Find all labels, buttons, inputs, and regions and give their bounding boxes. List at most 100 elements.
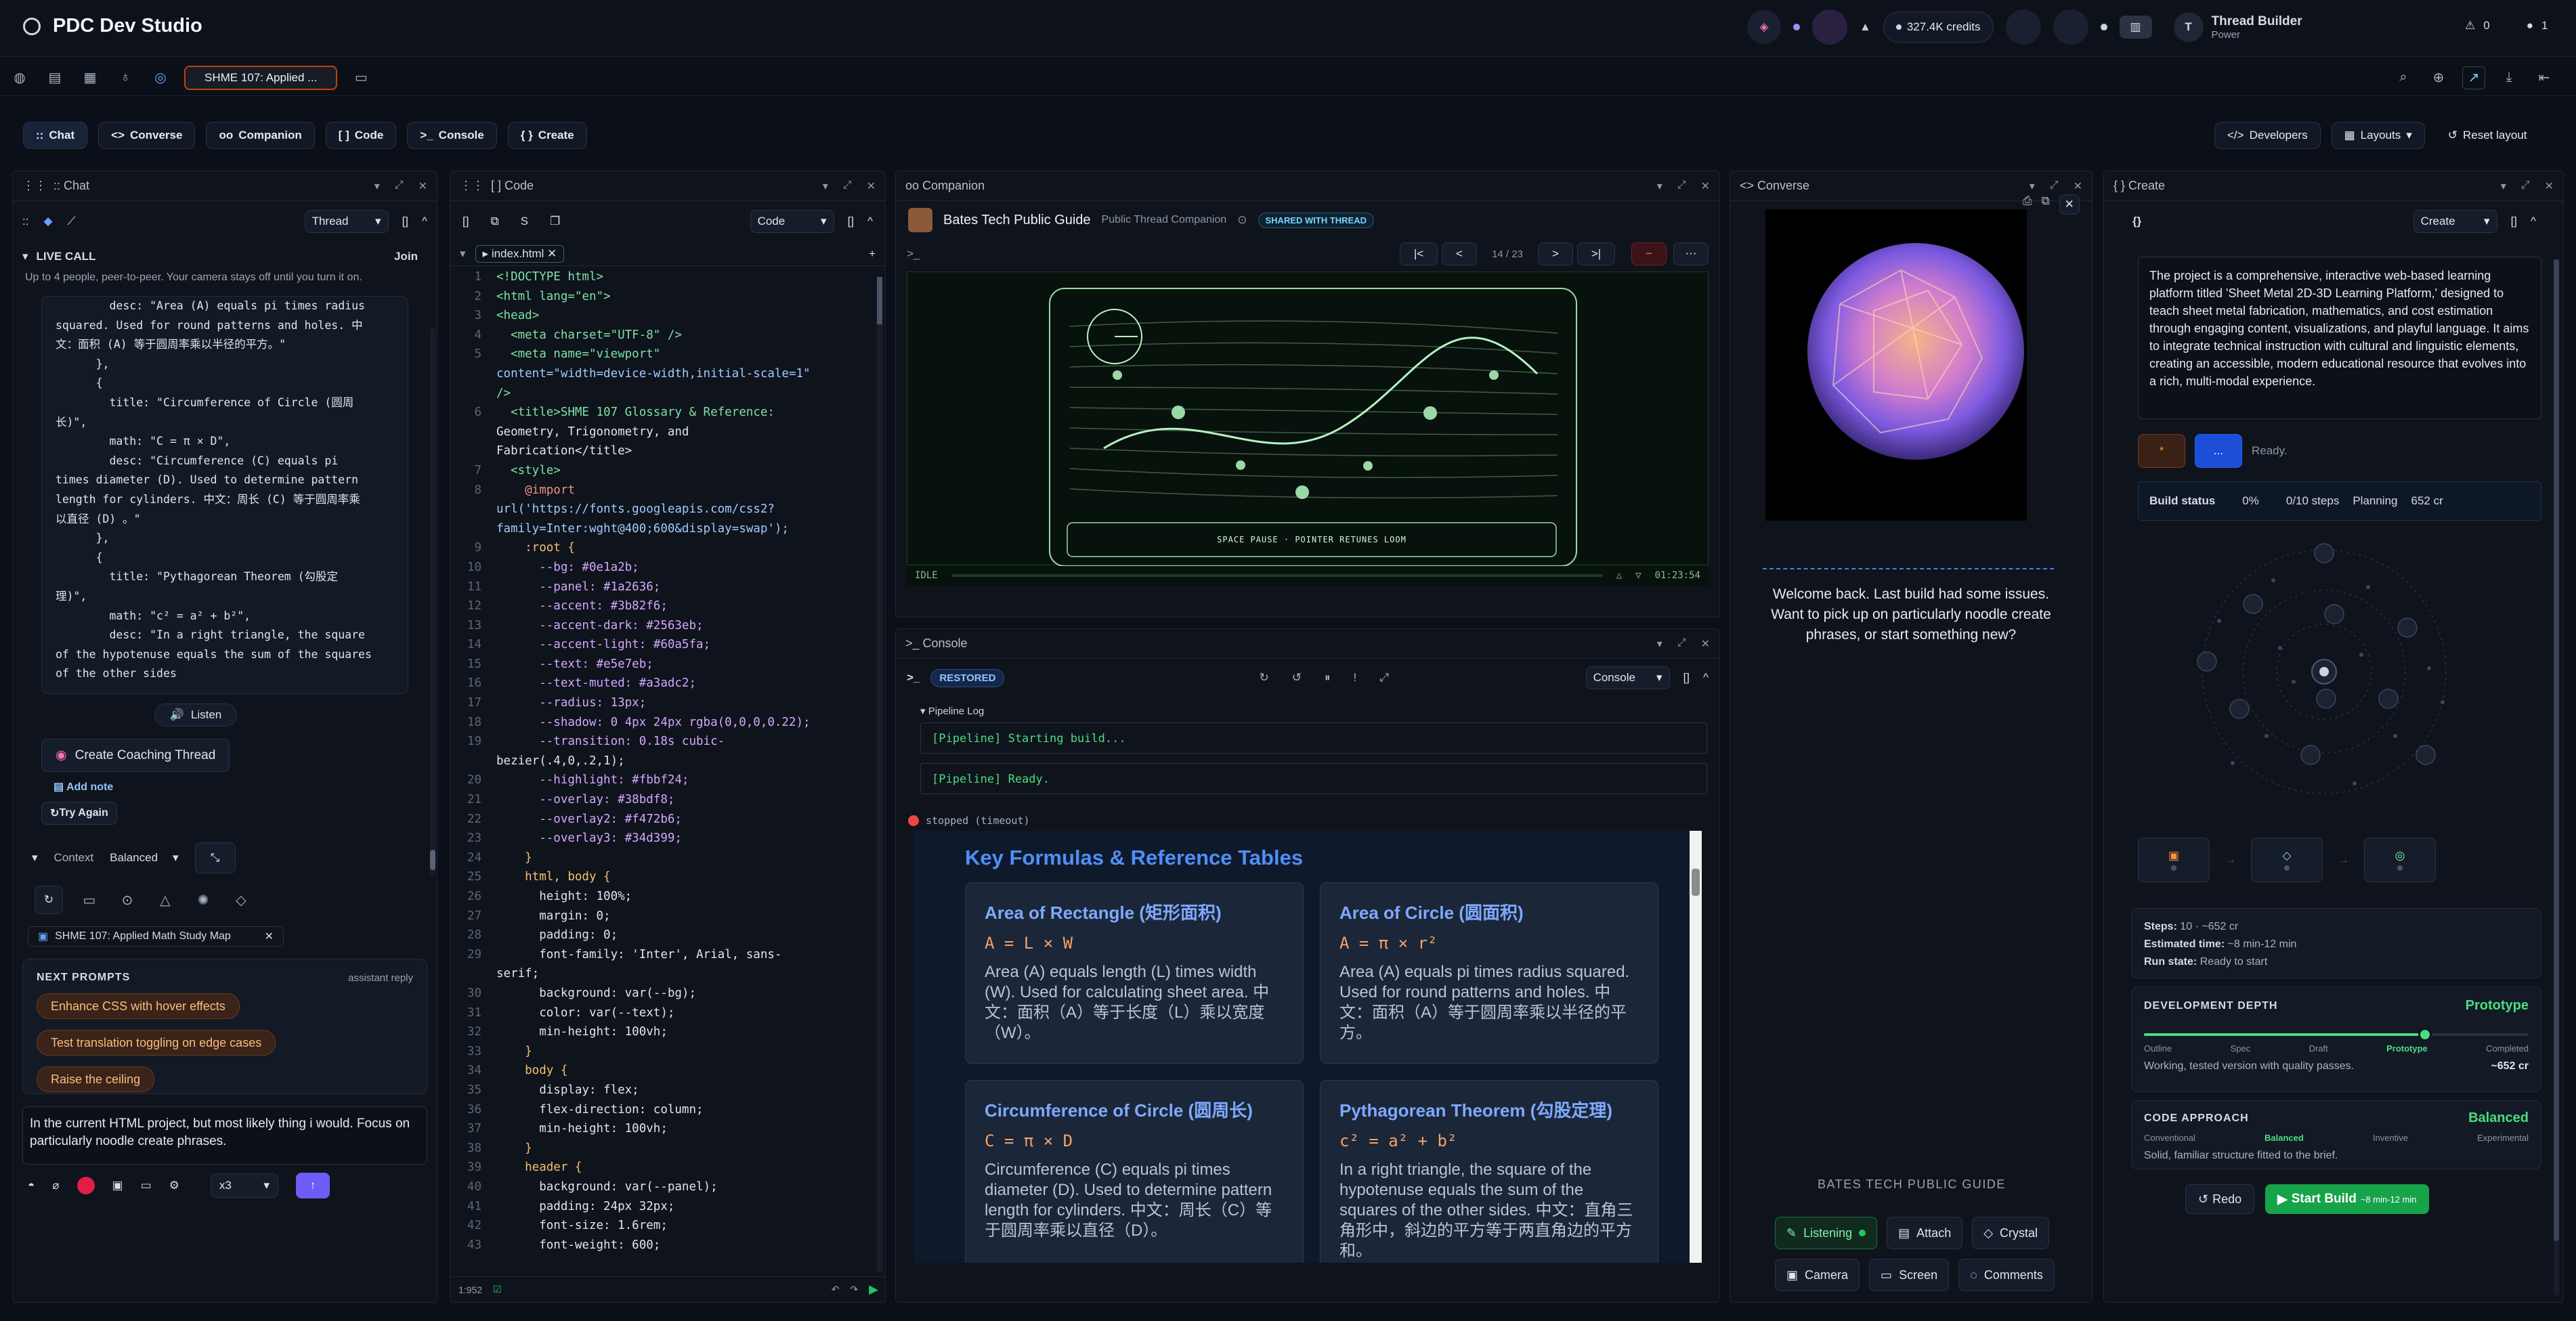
doc-icon[interactable]: ▤ [43,66,66,89]
reset-layout-button[interactable]: ↺ Reset layout [2436,122,2539,149]
chevron-down-icon[interactable]: ▾ [460,247,466,261]
mode-converse-button[interactable]: <> Converse [98,122,196,149]
create-mode-select[interactable]: Create ▾ [2413,210,2497,233]
screen-icon[interactable]: ▭ [141,1179,152,1192]
active-tab[interactable]: SHME 107: Applied ... [184,65,338,90]
settings-icon[interactable]: ⚙ [169,1179,179,1192]
last-page-button[interactable]: >| [1577,242,1615,265]
slot-b[interactable] [2053,9,2088,45]
prev-page-button[interactable]: < [1442,242,1477,265]
project-description-input[interactable]: The project is a comprehensive, interact… [2138,257,2541,419]
undo-icon[interactable]: ↶ [832,1284,840,1295]
collapse-up-icon[interactable]: ^ [1703,671,1709,685]
notification-icon[interactable]: ● [2527,19,2533,33]
new-file-icon[interactable]: + [869,247,876,261]
listen-button[interactable]: 🔊 Listen [154,703,238,727]
chevron-icon[interactable]: ▾ [22,250,28,263]
search-icon[interactable]: ⌕ [2392,66,2415,89]
join-call-button[interactable]: Join [385,246,427,267]
code-scrollbar[interactable] [877,277,882,1272]
code-mode-select[interactable]: Code ▾ [750,210,834,233]
rotate-icon[interactable]: ↺ [1292,671,1302,685]
panel-menu-icon[interactable]: ▾ [374,179,380,193]
redo-button[interactable]: ↺ Redo [2185,1184,2255,1214]
plugin-icon[interactable]: ◇ [230,888,253,911]
start-build-button[interactable]: ▶ Start Build ~8 min-12 min [2265,1184,2429,1214]
code-editor[interactable]: 1 <!DOCTYPE html> 2 <html lang="en"> 3 <head>… [450,266,885,1260]
file-tab[interactable]: ▸ index.html ✕ [475,244,565,263]
multiplier-select[interactable]: x3 ▾ [210,1173,278,1198]
close-icon[interactable]: ✕ [1701,637,1710,651]
approach-options[interactable]: Conventional Balanced Inventive Experimenta… [2144,1133,2529,1143]
tab-overflow-icon[interactable]: ▭ [349,66,372,89]
crystal-button[interactable]: ◇ Crystal [1972,1217,2050,1249]
prompt-chip[interactable]: Test translation toggling on edge cases [37,1030,276,1056]
close-icon[interactable]: ✕ [2545,179,2554,193]
palette-icon[interactable]: ◍ [8,66,31,89]
panel-menu-icon[interactable]: ▾ [2030,179,2035,193]
minimize-button[interactable]: − [1631,242,1667,265]
step-check[interactable]: ◎ [2364,838,2436,882]
panel-menu-icon[interactable]: ▾ [1657,179,1662,193]
layouts-button[interactable]: ▦ Layouts ▾ [2331,122,2425,149]
collapse-icon[interactable]: ⇤ [2533,66,2556,89]
expand-icon[interactable]: ⤢ [843,179,852,193]
credits-badge[interactable]: 327.4K credits [1883,12,1994,43]
window-icon[interactable]: ▭ [78,888,101,911]
collapse-up-icon[interactable]: ^ [867,215,873,228]
add-note-button[interactable]: ▤ Add note [53,780,437,794]
more-button[interactable]: ⋯ [1673,242,1709,265]
developers-button[interactable]: </> Developers [2214,122,2321,149]
close-icon[interactable]: ✕ [418,179,427,193]
first-page-button[interactable]: |< [1400,242,1438,265]
prompt-chip[interactable]: Raise the ceiling [37,1066,155,1092]
library-icon[interactable]: ▦ [79,66,102,89]
bulb-icon[interactable]: ♁ [114,66,137,89]
loom-progress[interactable] [951,574,1603,577]
context-select[interactable]: Balanced ▾ [110,851,178,865]
avatar-slot[interactable] [1812,9,1847,45]
close-icon[interactable]: ✕ [867,179,876,193]
fullscreen-icon[interactable]: ⤢ [1379,671,1389,685]
panel-menu-icon[interactable]: ▾ [823,179,828,193]
context-tag[interactable]: ▣ SHME 107: Applied Math Study Map ✕ [28,926,284,947]
mic-icon[interactable]: ⎙ [2023,194,2032,215]
prompt-chip[interactable]: Enhance CSS with hover effects [37,993,240,1019]
create-scrollbar[interactable] [2554,259,2559,1295]
layout-icon[interactable]: [] [2511,215,2517,228]
loom-canvas[interactable]: SPACE PAUSE · POINTER RETUNES LOOM [907,272,1709,566]
open-external-icon[interactable]: ↗ [2462,66,2485,89]
collapse-up-icon[interactable]: ^ [2531,215,2536,228]
web-icon[interactable]: ⊕ [2427,66,2450,89]
sync-icon[interactable]: ↻ [35,886,63,914]
globe-icon[interactable]: ◎ [149,66,172,89]
close-icon[interactable]: ✕ [1701,179,1710,193]
record-icon[interactable] [77,1177,95,1194]
user-menu[interactable]: T Thread Builder Power [2164,12,2312,42]
console-mode-select[interactable]: Console ▾ [1585,666,1670,689]
duplicate-icon[interactable]: ❐ [550,215,560,228]
close-icon[interactable]: ✕ [2074,179,2082,193]
step-design[interactable]: ◇ [2251,838,2323,882]
expand-icon[interactable]: ⤢ [1677,637,1686,651]
panel-menu-icon[interactable]: ▾ [1657,637,1662,651]
chat-input[interactable]: In the current HTML project, but most li… [22,1106,427,1165]
preview-frame[interactable]: Key Formulas & Reference Tables Area of … [914,831,1702,1263]
mode-create-button[interactable]: { } Create [507,122,587,149]
popout-icon[interactable]: ⧉ [2042,194,2050,215]
github-icon[interactable]: ◓ [28,1179,35,1192]
alert-icon[interactable]: ! [1353,671,1356,685]
split-icon[interactable]: [] [402,215,408,228]
split-icon[interactable]: [] [463,215,469,228]
comments-button[interactable]: ◌ Comments [1958,1259,2055,1291]
create-coaching-button[interactable]: ◉ Create Coaching Thread [41,739,230,772]
attach-icon[interactable]: ⌀ [52,1179,59,1192]
listening-button[interactable]: ✎ Listening [1775,1217,1878,1249]
layout-icon[interactable]: [] [848,215,854,228]
slot-a[interactable] [2005,9,2041,45]
target-icon[interactable]: ⊙ [116,888,139,911]
panel-menu-icon[interactable]: ▾ [2501,179,2506,193]
layout-icon[interactable]: [] [1683,671,1690,685]
mode-chat-button[interactable]: :: Chat [23,122,88,149]
expand-icon[interactable]: ⤢ [1677,179,1686,193]
